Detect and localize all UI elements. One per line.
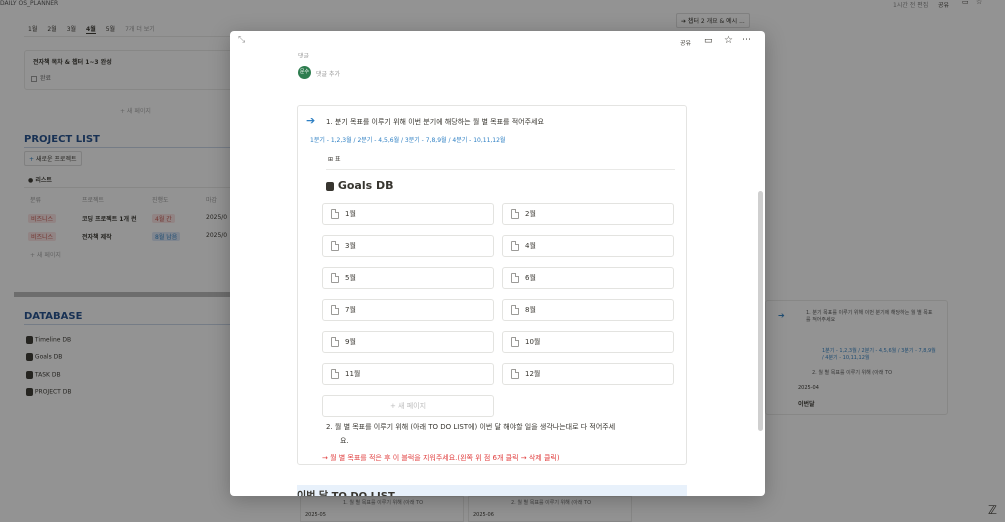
database-icon [326, 181, 334, 191]
gallery-card-sep[interactable]: 9월 [322, 331, 494, 353]
avatar: 문수 [298, 66, 311, 79]
table-view-tab[interactable]: ⊞ 표 [328, 154, 340, 163]
step-1-text: 1. 분기 목표를 이루기 위해 이번 분기에 해당하는 월 별 목표를 적어주… [326, 118, 544, 126]
modal-share-button[interactable]: 공유 [680, 38, 691, 47]
instruction-callout: ➔ 1. 분기 목표를 이루기 위해 이번 분기에 해당하는 월 별 목표를 적… [297, 105, 687, 465]
divider [326, 169, 675, 170]
new-page-button[interactable]: + 새 페이지 [322, 395, 494, 417]
page-icon [331, 305, 339, 315]
gallery-card-nov[interactable]: 11월 [322, 363, 494, 385]
gallery-card-jul[interactable]: 7월 [322, 299, 494, 321]
comment-input[interactable]: 댓글 추가 [316, 69, 340, 78]
page-icon [511, 273, 519, 283]
page-modal: ⤡ 공유 ▭ ☆ ⋯ 댓글 문수 댓글 추가 ➔ 1. 분기 목표를 이루기 위… [230, 31, 765, 496]
scrollbar[interactable] [758, 191, 763, 431]
page-icon [511, 241, 519, 251]
arrow-icon: ➔ [306, 114, 316, 127]
page-icon [331, 241, 339, 251]
gallery-card-jan[interactable]: 1월 [322, 203, 494, 225]
page-icon [511, 305, 519, 315]
section-title: 이번 달 TO DO LIST [297, 487, 395, 496]
comment-icon[interactable]: ▭ [704, 36, 713, 46]
page-icon [331, 209, 339, 219]
page-icon [331, 337, 339, 347]
page-icon [511, 337, 519, 347]
db-title[interactable]: Goals DB [326, 179, 394, 192]
gallery-card-mar[interactable]: 3월 [322, 235, 494, 257]
gallery-card-jun[interactable]: 6월 [502, 267, 674, 289]
gallery-card-oct[interactable]: 10월 [502, 331, 674, 353]
step-2-text-cont: 요. [340, 437, 349, 445]
warning-text: → 월 별 목표를 적은 후 이 블럭을 지워주세요.(왼쪽 위 점 6개 클릭… [322, 454, 560, 462]
comments-label: 댓글 [298, 53, 310, 58]
page-icon [331, 273, 339, 283]
gallery-card-feb[interactable]: 2월 [502, 203, 674, 225]
gallery-card-may[interactable]: 5월 [322, 267, 494, 289]
expand-icon[interactable]: ⤡ [238, 35, 245, 45]
gallery-card-aug[interactable]: 8월 [502, 299, 674, 321]
section-header: 이번 달 TO DO LIST [297, 485, 687, 496]
page-icon [511, 209, 519, 219]
page-icon [331, 369, 339, 379]
page-icon [511, 369, 519, 379]
more-options-icon[interactable]: ⋯ [742, 35, 751, 45]
gallery-card-dec[interactable]: 12월 [502, 363, 674, 385]
step-2-text: 2. 월 별 목표를 이루기 위해 (아래 TO DO LIST에) 이번 달 … [326, 423, 616, 431]
grid-icon: ⊞ [328, 156, 334, 163]
step-1-subtext: 1분기 - 1,2,3월 / 2분기 - 4,5,6월 / 3분기 - 7,8,… [310, 137, 506, 144]
gallery-card-apr[interactable]: 4월 [502, 235, 674, 257]
star-icon[interactable]: ☆ [724, 35, 733, 46]
